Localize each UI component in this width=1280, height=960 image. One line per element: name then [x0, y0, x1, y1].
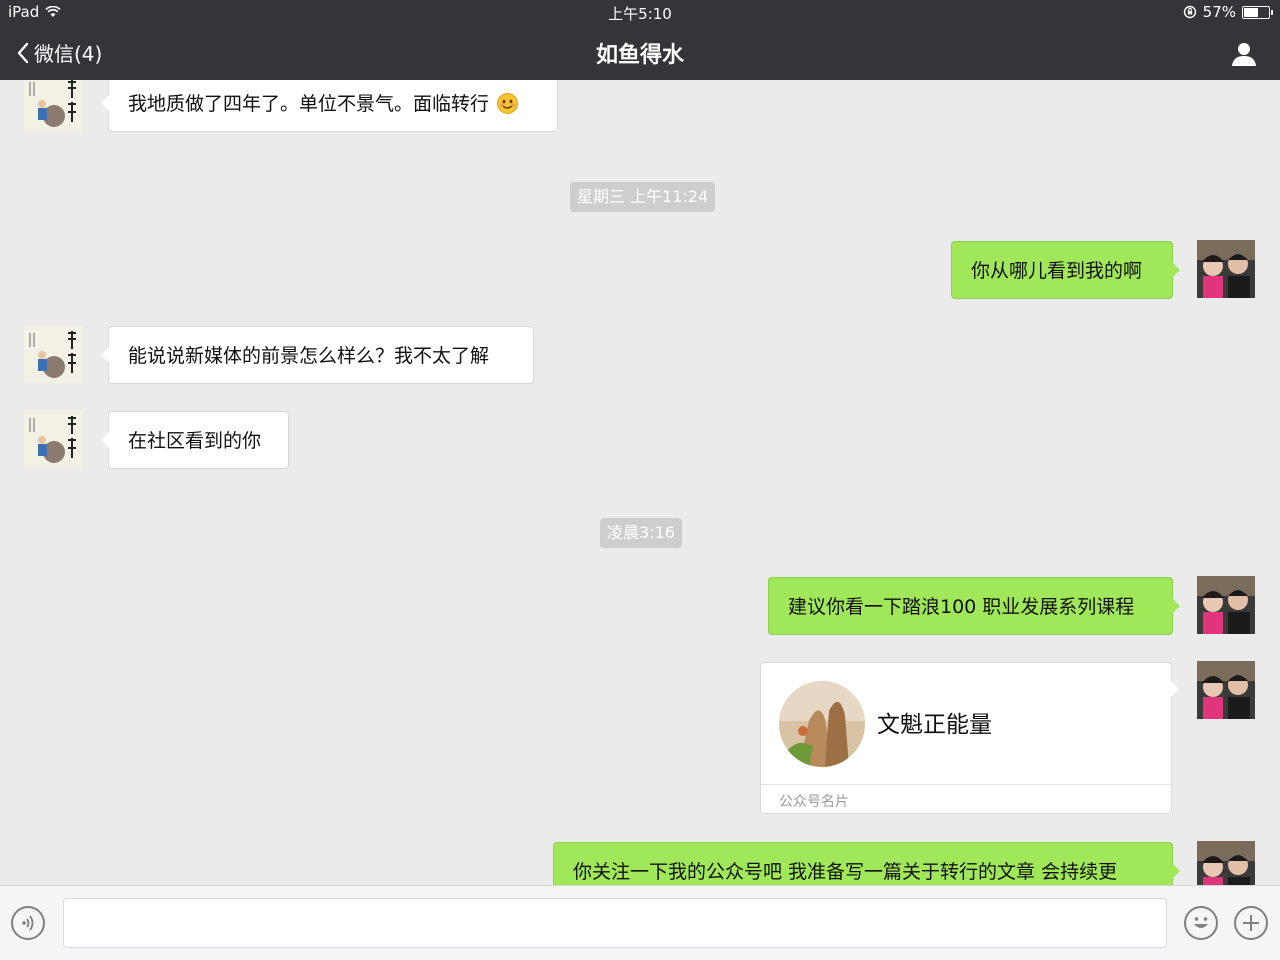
- top-bar: iPad 上午5:10 57% 微信(4) 如鱼得水: [0, 0, 1280, 80]
- contact-avatar[interactable]: [24, 410, 82, 468]
- couple-photo-avatar-icon: [1197, 841, 1255, 885]
- message-bubble[interactable]: 你关注一下我的公众号吧 我准备写一篇关于转行的文章 会持续更: [553, 842, 1180, 885]
- emoji-button[interactable]: [1184, 906, 1218, 940]
- voice-icon: [22, 915, 34, 931]
- chat-area[interactable]: 我地质做了四年了。单位不景气。面临转行 星期三 上午11:24 你从哪儿看到我的…: [0, 80, 1280, 885]
- status-bar-right: 57%: [1183, 3, 1273, 21]
- my-avatar[interactable]: [1197, 576, 1255, 634]
- status-time: 上午5:10: [608, 5, 672, 23]
- card-avatar: [779, 681, 865, 767]
- chat-title: 如鱼得水: [595, 43, 684, 68]
- timestamp: 星期三 上午11:24: [570, 182, 716, 212]
- card-divider: [761, 784, 1171, 785]
- couple-photo-avatar-icon: [1197, 661, 1255, 719]
- battery-percent: 57%: [1202, 3, 1236, 21]
- input-bar: [0, 885, 1280, 960]
- message-bubble[interactable]: 我地质做了四年了。单位不景气。面临转行: [101, 80, 558, 132]
- plus-icon: [1243, 915, 1259, 931]
- message-bubble[interactable]: 能说说新媒体的前景怎么样么？我不太了解: [101, 326, 534, 384]
- my-avatar[interactable]: [1197, 240, 1255, 298]
- message-text: 我地质做了四年了。单位不景气。面临转行: [128, 93, 490, 115]
- contact-avatar[interactable]: [24, 325, 82, 383]
- timestamp: 凌晨3:16: [600, 518, 682, 548]
- plus-button[interactable]: [1234, 906, 1268, 940]
- couple-photo-avatar-icon: [1197, 240, 1255, 298]
- message-input[interactable]: [63, 898, 1167, 948]
- official-account-card[interactable]: 文魁正能量 公众号名片: [760, 662, 1179, 814]
- battery-icon: [1242, 5, 1273, 19]
- calligraphy-avatar-icon: [24, 80, 82, 132]
- calligraphy-avatar-icon: [24, 325, 82, 383]
- message-bubble[interactable]: 你从哪儿看到我的啊: [951, 241, 1180, 299]
- account-logo-icon: [779, 681, 865, 767]
- voice-button[interactable]: [11, 906, 45, 940]
- emoji-icon: [1194, 917, 1208, 928]
- message-bubble[interactable]: 在社区看到的你: [101, 411, 289, 469]
- rotation-lock-icon: [1183, 5, 1196, 19]
- message-bubble[interactable]: 建议你看一下踏浪100 职业发展系列课程: [768, 577, 1180, 635]
- couple-photo-avatar-icon: [1197, 576, 1255, 634]
- card-account-name: 文魁正能量: [877, 712, 992, 738]
- battery-level: [1244, 7, 1258, 17]
- my-avatar[interactable]: [1197, 841, 1255, 885]
- card-type-label: 公众号名片: [779, 794, 849, 810]
- person-icon[interactable]: [1230, 40, 1258, 68]
- calligraphy-avatar-icon: [24, 410, 82, 468]
- my-avatar[interactable]: [1197, 661, 1255, 719]
- contact-avatar[interactable]: [24, 80, 82, 132]
- smiling-face-icon: [497, 93, 519, 114]
